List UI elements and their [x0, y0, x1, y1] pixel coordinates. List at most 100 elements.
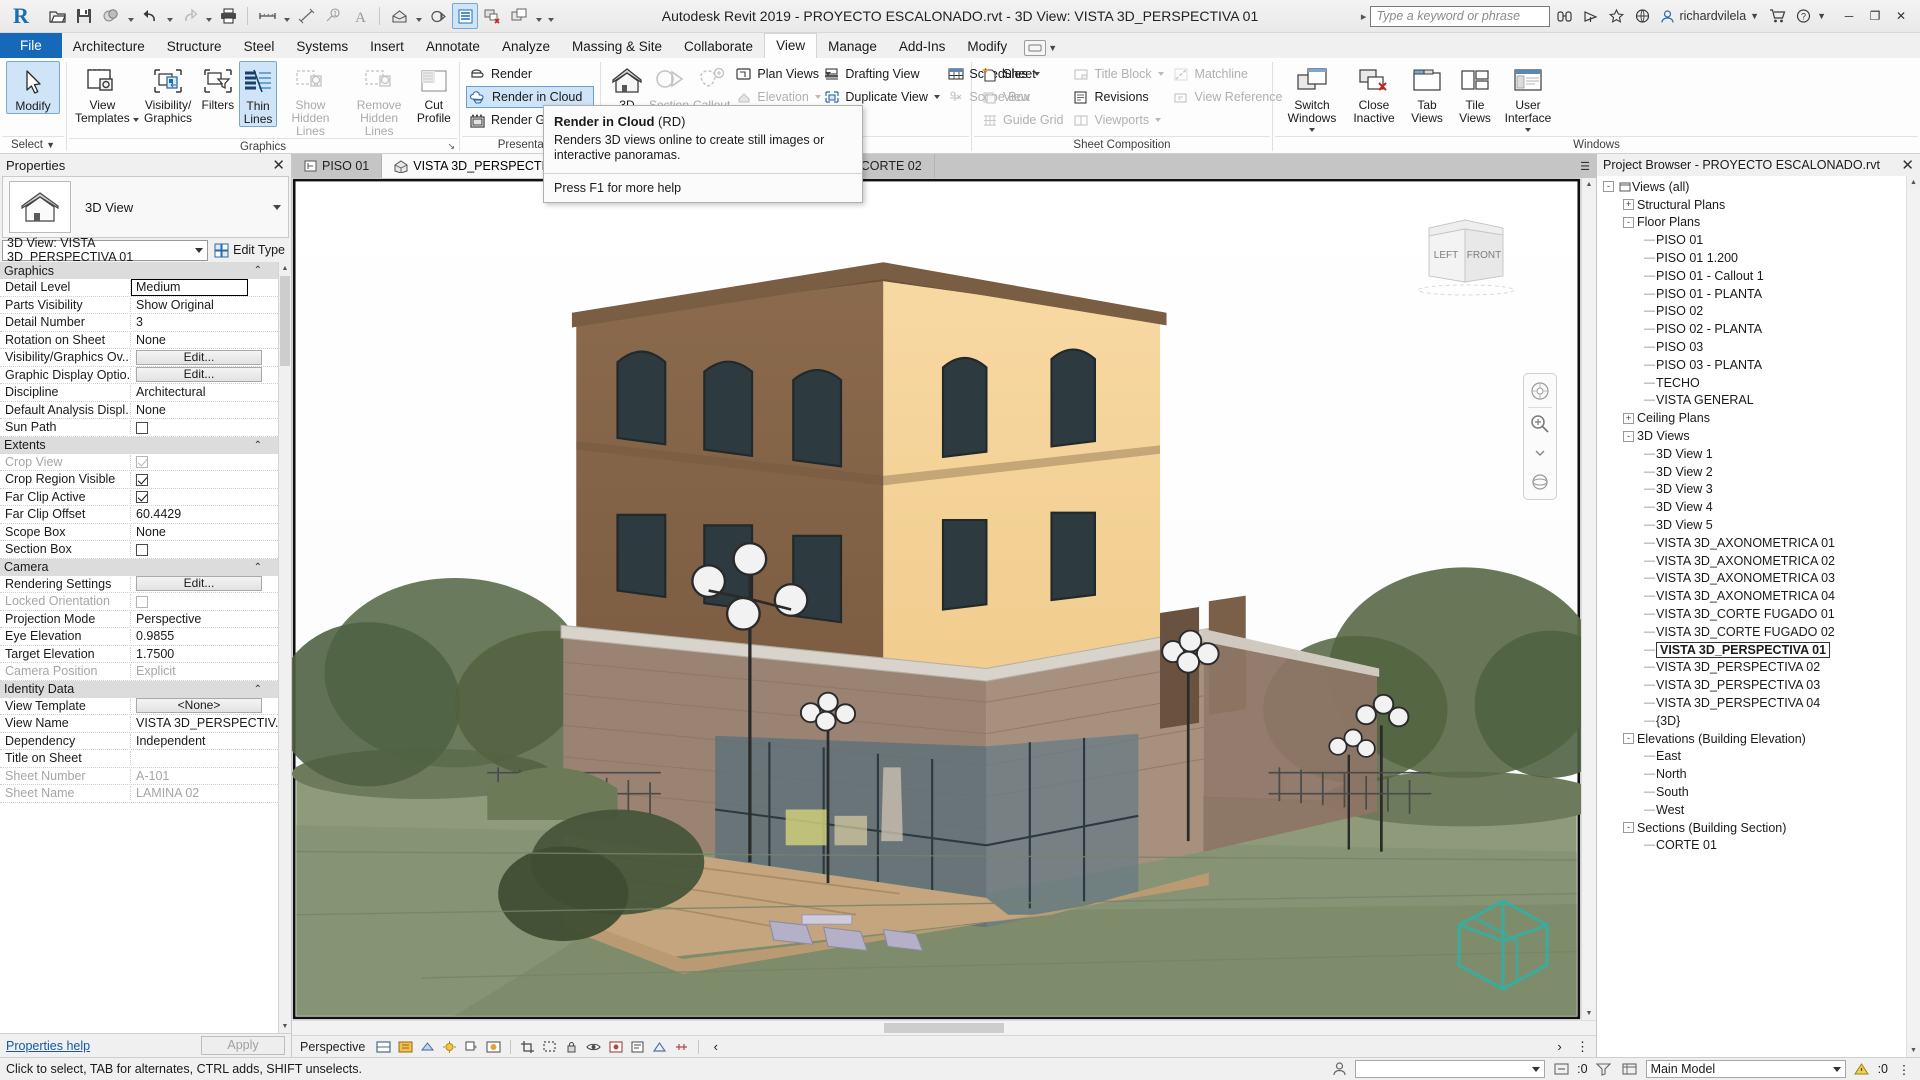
- browser-node[interactable]: — VISTA 3D_AXONOMETRICA 04: [1597, 587, 1906, 605]
- property-value[interactable]: Perspective: [131, 612, 278, 626]
- crop-view-icon[interactable]: [518, 1037, 537, 1056]
- property-checkbox[interactable]: [136, 595, 148, 608]
- detail-level-icon[interactable]: [396, 1037, 415, 1056]
- property-value[interactable]: VISTA 3D_PERSPECTIV...: [131, 716, 278, 730]
- project-browser-scrollbar[interactable]: ▲ ▼: [1906, 176, 1920, 1057]
- show-crop-region-icon[interactable]: [540, 1037, 559, 1056]
- collapse-icon[interactable]: -: [1623, 216, 1634, 228]
- print-icon[interactable]: [215, 3, 241, 29]
- properties-scroll-track[interactable]: [279, 367, 291, 1020]
- browser-node[interactable]: — CORTE 01: [1597, 836, 1906, 854]
- tab-view[interactable]: View: [764, 33, 818, 58]
- property-edit-button[interactable]: Edit...: [136, 367, 262, 383]
- property-checkbox[interactable]: [136, 543, 148, 556]
- visibility-graphics-button[interactable]: Visibility/Graphics: [139, 61, 197, 125]
- properties-group-header[interactable]: Identity Data ⌃: [0, 680, 278, 698]
- drafting-view-button[interactable]: Drafting View: [820, 63, 944, 85]
- canvas-scroll-up-icon[interactable]: ▲: [1582, 178, 1596, 191]
- property-row[interactable]: Discipline Architectural: [0, 384, 278, 402]
- property-value[interactable]: Medium: [131, 278, 248, 296]
- property-value[interactable]: Independent: [131, 734, 278, 748]
- properties-scroll-thumb[interactable]: [280, 276, 290, 366]
- browser-node[interactable]: — VISTA 3D_PERSPECTIVA 03: [1597, 676, 1906, 694]
- cut-profile-button[interactable]: Cut Profile: [415, 61, 453, 125]
- browser-node[interactable]: - Floor Plans: [1597, 214, 1906, 232]
- property-value[interactable]: Edit...: [131, 349, 278, 365]
- sync-dropdown-caret-icon[interactable]: [125, 3, 136, 29]
- render-button[interactable]: Render: [466, 63, 594, 85]
- browser-node[interactable]: — PISO 03: [1597, 338, 1906, 356]
- property-value[interactable]: [131, 472, 278, 486]
- tab-analyze[interactable]: Analyze: [491, 35, 561, 58]
- expand-icon[interactable]: +: [1623, 199, 1634, 211]
- properties-group-collapse-icon[interactable]: ⌃: [254, 684, 262, 695]
- warnings-icon[interactable]: [1852, 1060, 1872, 1079]
- property-value[interactable]: Show Original: [131, 298, 278, 312]
- tab-insert[interactable]: Insert: [359, 35, 415, 58]
- view-cube[interactable]: LEFT FRONT: [1411, 210, 1521, 308]
- tab-structure[interactable]: Structure: [156, 35, 233, 58]
- properties-scroll-up-icon[interactable]: ▲: [279, 262, 291, 275]
- switch-windows-ribbon-caret-icon[interactable]: [1308, 125, 1317, 134]
- property-value[interactable]: None: [131, 525, 278, 539]
- user-account[interactable]: richardvilela ▼: [1656, 9, 1763, 24]
- browser-node[interactable]: — VISTA 3D_AXONOMETRICA 03: [1597, 570, 1906, 588]
- viewbar-resize-grip-icon[interactable]: ⋮: [1573, 1037, 1592, 1056]
- property-row[interactable]: Graphic Display Optio... Edit...: [0, 367, 278, 384]
- revisions-button[interactable]: Revisions: [1069, 86, 1169, 108]
- search-input[interactable]: Type a keyword or phrase: [1370, 5, 1551, 27]
- temporary-hide-isolate-icon[interactable]: [584, 1037, 603, 1056]
- browser-node[interactable]: —3D View 1: [1597, 445, 1906, 463]
- text-icon[interactable]: A: [347, 3, 373, 29]
- sync-with-central-icon[interactable]: [98, 3, 124, 29]
- collapse-icon[interactable]: -: [1603, 181, 1614, 193]
- tab-steel[interactable]: Steel: [233, 35, 286, 58]
- switch-windows-caret-icon[interactable]: [533, 3, 544, 29]
- browser-node[interactable]: — PISO 03 - PLANTA: [1597, 356, 1906, 374]
- browser-node[interactable]: — North: [1597, 765, 1906, 783]
- property-value[interactable]: None: [131, 403, 278, 417]
- shadows-icon[interactable]: [462, 1037, 481, 1056]
- contextual-tab-badge[interactable]: ▼: [1024, 40, 1057, 56]
- browser-node[interactable]: —3D View 5: [1597, 516, 1906, 534]
- undo-icon[interactable]: [137, 3, 163, 29]
- tab-annotate[interactable]: Annotate: [415, 35, 491, 58]
- exclude-options-icon[interactable]: [1551, 1060, 1571, 1079]
- property-row[interactable]: Scope Box None: [0, 524, 278, 541]
- browser-node[interactable]: — {3D}: [1597, 712, 1906, 730]
- project-browser-tree[interactable]: - Views (all) + Structural Plans - Floor Plan…: [1597, 176, 1906, 1057]
- zoom-tools-icon[interactable]: [1527, 411, 1553, 437]
- browser-node[interactable]: -3D Views: [1597, 427, 1906, 445]
- user-interface-button[interactable]: User Interface: [1499, 61, 1557, 134]
- thin-lines-icon[interactable]: [452, 3, 478, 29]
- tile-views-button[interactable]: Tile Views: [1451, 61, 1499, 125]
- property-value[interactable]: None: [131, 333, 278, 347]
- viewbar-overflow-icon[interactable]: ‹: [706, 1037, 725, 1056]
- property-row[interactable]: Parts Visibility Show Original: [0, 297, 278, 314]
- tab-modify[interactable]: Modify: [956, 35, 1018, 58]
- browser-node[interactable]: — TECHO: [1597, 374, 1906, 392]
- expand-icon[interactable]: +: [1623, 412, 1634, 424]
- browser-node[interactable]: — VISTA 3D_AXONOMETRICA 02: [1597, 552, 1906, 570]
- redo-dropdown-caret-icon[interactable]: [203, 3, 214, 29]
- property-checkbox[interactable]: [136, 456, 148, 469]
- properties-group-collapse-icon[interactable]: ⌃: [254, 562, 262, 573]
- browser-node[interactable]: - Sections (Building Section): [1597, 819, 1906, 837]
- property-edit-button[interactable]: Edit...: [136, 349, 262, 365]
- modify-button[interactable]: Modify: [6, 61, 60, 114]
- browser-scroll-up-icon[interactable]: ▲: [1907, 176, 1920, 189]
- tab-file[interactable]: File: [0, 33, 62, 58]
- filters-button[interactable]: Filters: [197, 61, 239, 112]
- tab-manage[interactable]: Manage: [817, 35, 888, 58]
- browser-node[interactable]: - Elevations (Building Elevation): [1597, 730, 1906, 748]
- property-row[interactable]: Crop Region Visible: [0, 471, 278, 489]
- help-caret-icon[interactable]: ▼: [1817, 11, 1826, 21]
- qat-customize-caret-icon[interactable]: [545, 3, 556, 29]
- browser-node[interactable]: — VISTA 3D_CORTE FUGADO 02: [1597, 623, 1906, 641]
- tab-add-ins[interactable]: Add-Ins: [888, 35, 957, 58]
- user-caret-icon[interactable]: ▼: [1750, 11, 1759, 21]
- view-tabs-overflow-icon[interactable]: ☰: [1574, 154, 1596, 178]
- filter-selection-icon[interactable]: [1620, 1060, 1640, 1079]
- browser-scroll-track[interactable]: [1907, 189, 1920, 1044]
- browser-node[interactable]: — PISO 01 1.200: [1597, 249, 1906, 267]
